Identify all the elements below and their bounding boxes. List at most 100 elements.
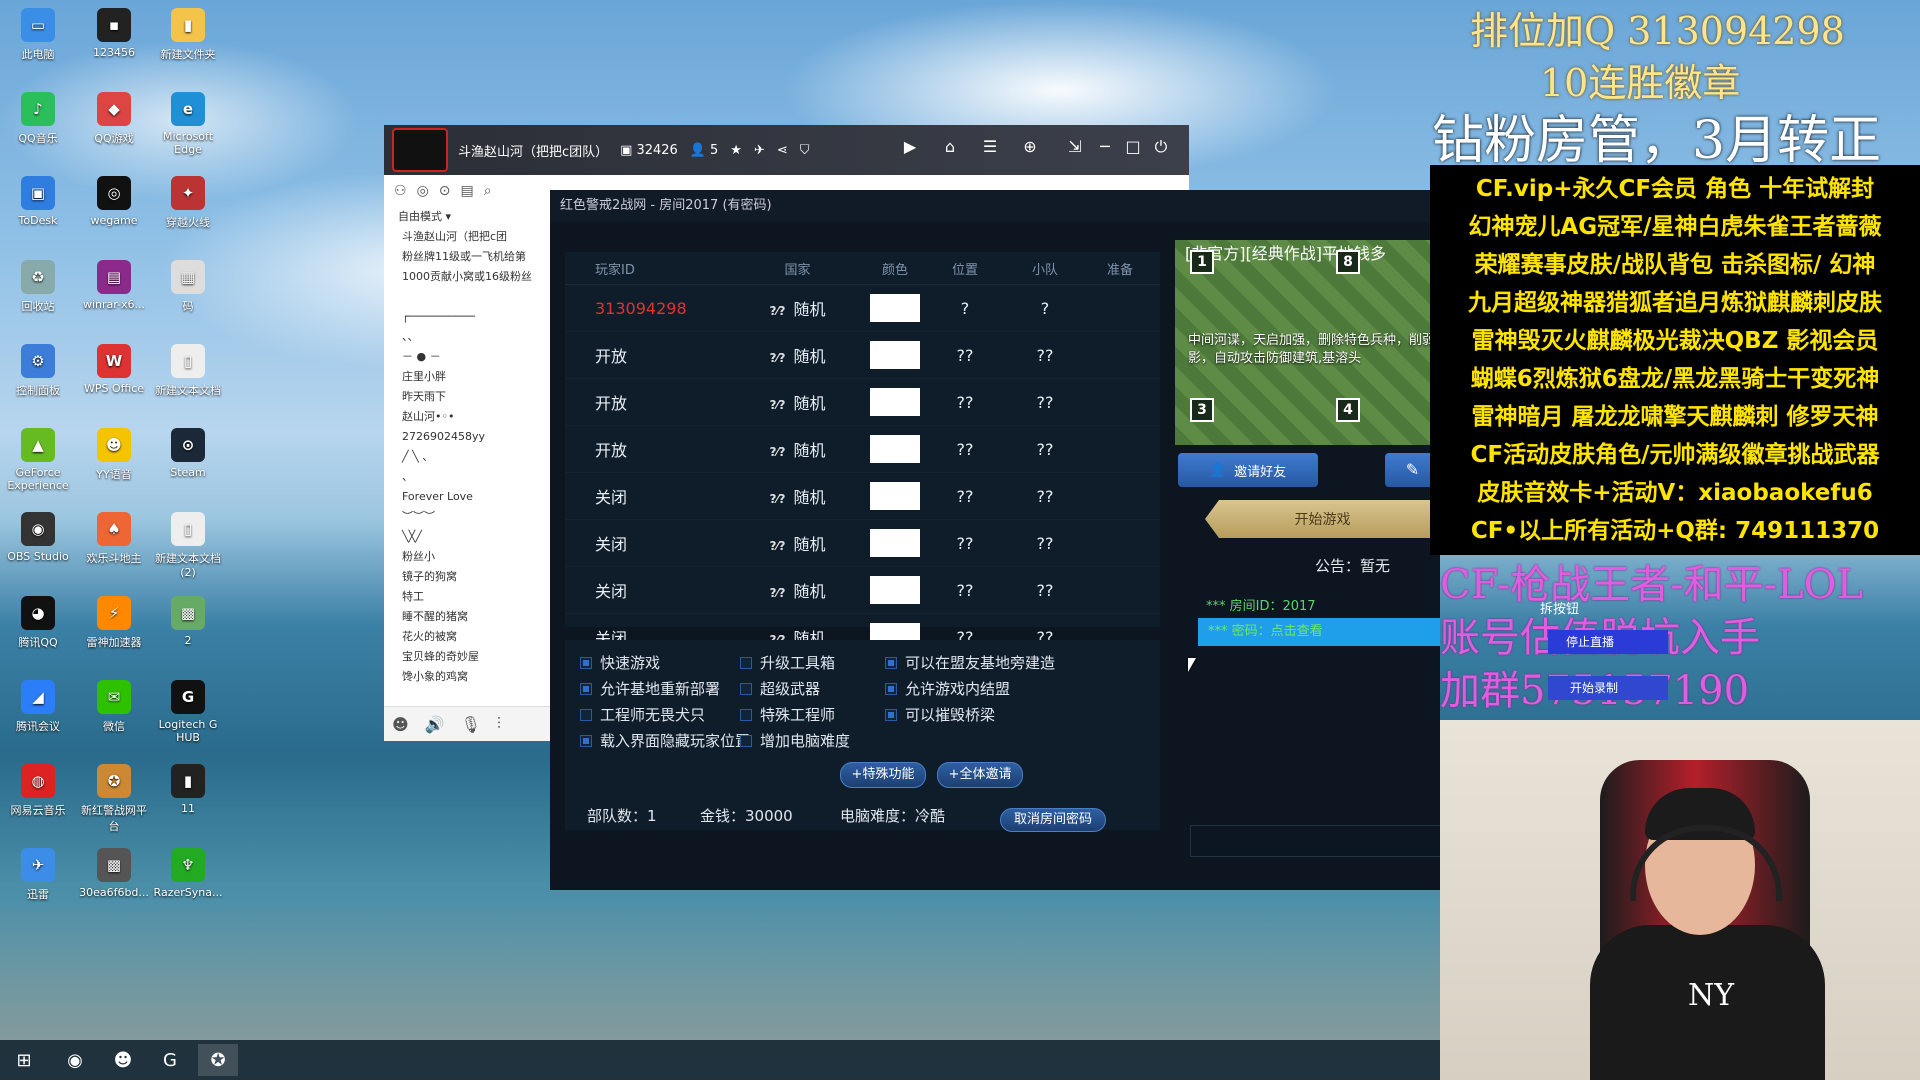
desktop-icon[interactable]: ▩ 2 [152,596,224,647]
minimize-icon[interactable]: ─ [1094,137,1116,159]
desktop-icon[interactable]: ▩ 30ea6f6bd... [78,848,150,899]
country-select[interactable]: ?⁄? 随机 [730,343,865,367]
list-item[interactable]: ╱ ╲ 、 [384,447,544,467]
team-select[interactable]: ?? [1005,440,1085,459]
location-icon[interactable]: ⊙ [439,183,451,199]
option-checkbox[interactable]: 可以摧毁桥梁 [885,704,995,725]
option-checkbox[interactable]: 超级武器 [740,678,820,699]
list-item[interactable]: 、 [384,467,544,487]
team-select[interactable]: ?? [1005,393,1085,412]
desktop-icon[interactable]: ♆ RazerSyna... [152,848,224,899]
equalizer-icon[interactable]: ⫶ [497,714,501,734]
desktop-icon[interactable]: ◢ 腾讯会议 [2,680,74,734]
list-item[interactable]: ┌────────── [384,307,544,327]
position-select[interactable]: ?? [925,393,1005,412]
special-functions-button[interactable]: +特殊功能 [840,762,926,788]
list-item[interactable]: 1000贡献小窝或16级粉丝 [384,267,544,287]
invite-friend-button[interactable]: 👤 邀请好友 [1178,453,1318,487]
desktop-icon[interactable]: e Microsoft Edge [152,92,224,156]
country-select[interactable]: ?⁄? 随机 [730,390,865,414]
list-item[interactable]: 2726902458yy [384,427,544,447]
list-item[interactable]: 特工 [384,587,544,607]
desktop-icon[interactable]: ▯ 新建文本文档 [152,344,224,398]
share-icon[interactable]: ⋖ [777,143,788,158]
desktop-icon[interactable]: ⚙ 控制面板 [2,344,74,398]
desktop-icon[interactable]: W WPS Office [78,344,150,395]
team-select[interactable]: ?? [1005,487,1085,506]
position-select[interactable]: ? [925,299,1005,318]
list-item[interactable]: 庄里小胖 [384,367,544,387]
obs-taskbar-icon[interactable]: ◉ [55,1044,95,1076]
player-id[interactable]: 313094298 [565,299,730,318]
table-row[interactable]: 313094298 ?⁄? 随机?? [565,285,1160,332]
desktop-icon[interactable]: ✪ 新红警战网平台 [78,764,150,834]
list-item[interactable]: 睡不醒的猪窝 [384,607,544,627]
option-checkbox[interactable]: 允许游戏内结盟 [885,678,1010,699]
option-checkbox[interactable]: 载入界面隐藏玩家位置 [580,730,750,751]
list-item[interactable]: 镜子的狗窝 [384,567,544,587]
option-checkbox[interactable]: 可以在盟友基地旁建造 [885,652,1055,673]
gamepad-icon[interactable]: ⊕ [1019,137,1041,159]
color-select[interactable] [865,388,925,416]
table-row[interactable]: 关闭 ?⁄? 随机???? [565,520,1160,567]
list-item[interactable]: ╲╳╱ [384,527,544,547]
yy-taskbar-icon[interactable]: ☻ [103,1044,143,1076]
star-icon[interactable]: ★ [730,143,742,158]
desktop-icon[interactable]: ◕ 腾讯QQ [2,596,74,650]
color-select[interactable] [865,529,925,557]
player-id[interactable]: 关闭 [565,531,730,555]
invite-all-button[interactable]: +全体邀请 [937,762,1023,788]
desktop-icon[interactable]: ♪ QQ音乐 [2,92,74,146]
start-record-button[interactable]: 开始录制 [1548,676,1668,700]
desktop-icon[interactable]: ▲ GeForce Experience [2,428,74,492]
desktop-icon[interactable]: ▦ 码 [152,260,224,314]
list-item[interactable]: 、、 [384,327,544,347]
table-row[interactable]: 开放 ?⁄? 随机???? [565,332,1160,379]
option-checkbox[interactable]: 快速游戏 [580,652,660,673]
position-select[interactable]: ?? [925,534,1005,553]
red-alert-taskbar-icon[interactable]: ✪ [198,1044,238,1076]
position-select[interactable]: ?? [925,346,1005,365]
player-id[interactable]: 关闭 [565,578,730,602]
desktop-icon[interactable]: ▮ 新建文件夹 [152,8,224,62]
home-icon[interactable]: ⌂ [939,137,961,159]
list-item[interactable]: 昨天雨下 [384,387,544,407]
list-item[interactable]: 斗渔赵山河（把把c团 [384,227,544,247]
position-select[interactable]: ?? [925,440,1005,459]
logitech-taskbar-icon[interactable]: G [150,1044,190,1076]
list-item[interactable] [384,287,544,307]
color-select[interactable] [865,341,925,369]
player-id[interactable]: 开放 [565,437,730,461]
color-select[interactable] [865,576,925,604]
team-select[interactable]: ?? [1005,346,1085,365]
desktop-icon[interactable]: ♻ 回收站 [2,260,74,314]
table-row[interactable]: 开放 ?⁄? 随机???? [565,426,1160,473]
cancel-room-password-button[interactable]: 取消房间密码 [1000,808,1106,832]
color-select[interactable] [865,435,925,463]
desktop-icon[interactable]: ◉ OBS Studio [2,512,74,563]
microphone-icon[interactable]: 🎙 [461,715,481,734]
desktop-icon[interactable]: G Logitech G HUB [152,680,224,744]
team-select[interactable]: ?? [1005,581,1085,600]
chat-input[interactable] [1190,825,1442,857]
start-menu-button[interactable]: ⊞ [4,1044,44,1076]
table-row[interactable]: 关闭 ?⁄? 随机???? [565,473,1160,520]
maximize-icon[interactable]: □ [1122,137,1144,159]
desktop-icon[interactable]: ◎ wegame [78,176,150,227]
stop-stream-button[interactable]: 停止直播 [1548,630,1668,654]
list-item[interactable]: ︶︶︶ [384,507,544,527]
plane-icon[interactable]: ✈ [754,143,765,158]
table-row[interactable]: 关闭 ?⁄? 随机???? [565,567,1160,614]
desktop-icon[interactable]: ▪ 123456 [78,8,150,59]
mascot-icon[interactable]: ☻ [392,715,409,734]
list-item[interactable]: 宝贝蜂的奇妙屋 [384,647,544,667]
option-checkbox[interactable]: 升级工具箱 [740,652,835,673]
desktop-icon[interactable]: ▤ winrar-x6... [78,260,150,311]
shield-icon[interactable]: ⛉ [800,143,810,158]
desktop-icon[interactable]: ☻ YY语音 [78,428,150,482]
desktop-icon[interactable]: ◍ 网易云音乐 [2,764,74,818]
list-item[interactable]: 馋小象的鸡窝 [384,667,544,687]
player-id[interactable]: 开放 [565,343,730,367]
color-select[interactable] [865,294,925,322]
mode-dropdown[interactable]: 自由模式 ▾ [384,207,544,227]
